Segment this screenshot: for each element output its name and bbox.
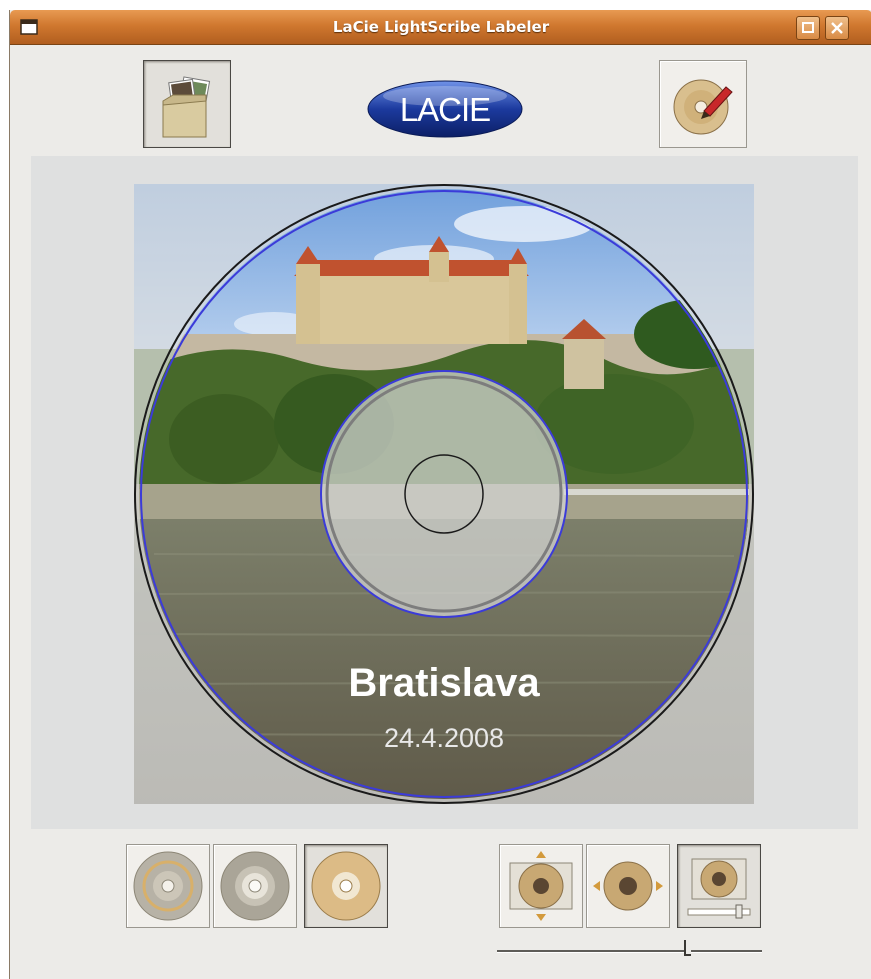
zoom-image-button[interactable]	[677, 844, 761, 928]
close-button[interactable]	[825, 16, 849, 40]
maximize-icon	[802, 22, 814, 33]
disc-title-label-icon	[311, 851, 381, 921]
maximize-button[interactable]	[796, 16, 820, 40]
burn-disc-icon	[673, 79, 733, 135]
lacie-logo-text: LACIE	[400, 91, 490, 128]
label-title-text[interactable]: Bratislava	[348, 661, 540, 705]
lacie-logo: LACIE	[367, 80, 523, 138]
label-mode-full-button[interactable]	[126, 844, 210, 928]
disc-ring-label-icon	[220, 851, 290, 921]
disc-full-label-icon	[133, 851, 203, 921]
label-date-text[interactable]: 24.4.2008	[384, 723, 504, 753]
image-zoom-icon	[687, 858, 751, 919]
label-preview-area: Bratislava 24.4.2008	[31, 156, 858, 829]
image-fit-icon	[509, 851, 573, 921]
open-image-button[interactable]	[143, 60, 231, 148]
zoom-slider[interactable]	[497, 940, 762, 962]
zoom-slider-track[interactable]	[497, 950, 762, 953]
close-icon	[831, 22, 843, 34]
title-bar[interactable]: LaCie LightScribe Labeler	[10, 10, 871, 45]
app-window: LaCie LightScribe Labeler LACIE Bratisla…	[9, 10, 871, 979]
image-fill-icon	[593, 861, 663, 911]
printable-area-inner-guide	[320, 370, 568, 618]
disc-label-preview[interactable]: Bratislava 24.4.2008	[134, 184, 754, 804]
window-title: LaCie LightScribe Labeler	[332, 18, 550, 36]
burn-label-button[interactable]	[659, 60, 747, 148]
fit-image-button[interactable]	[499, 844, 583, 928]
fill-image-button[interactable]	[586, 844, 670, 928]
label-mode-title-button[interactable]	[304, 844, 388, 928]
zoom-slider-thumb[interactable]	[684, 940, 691, 956]
label-mode-ring-button[interactable]	[213, 844, 297, 928]
folder-photos-icon	[162, 76, 211, 138]
